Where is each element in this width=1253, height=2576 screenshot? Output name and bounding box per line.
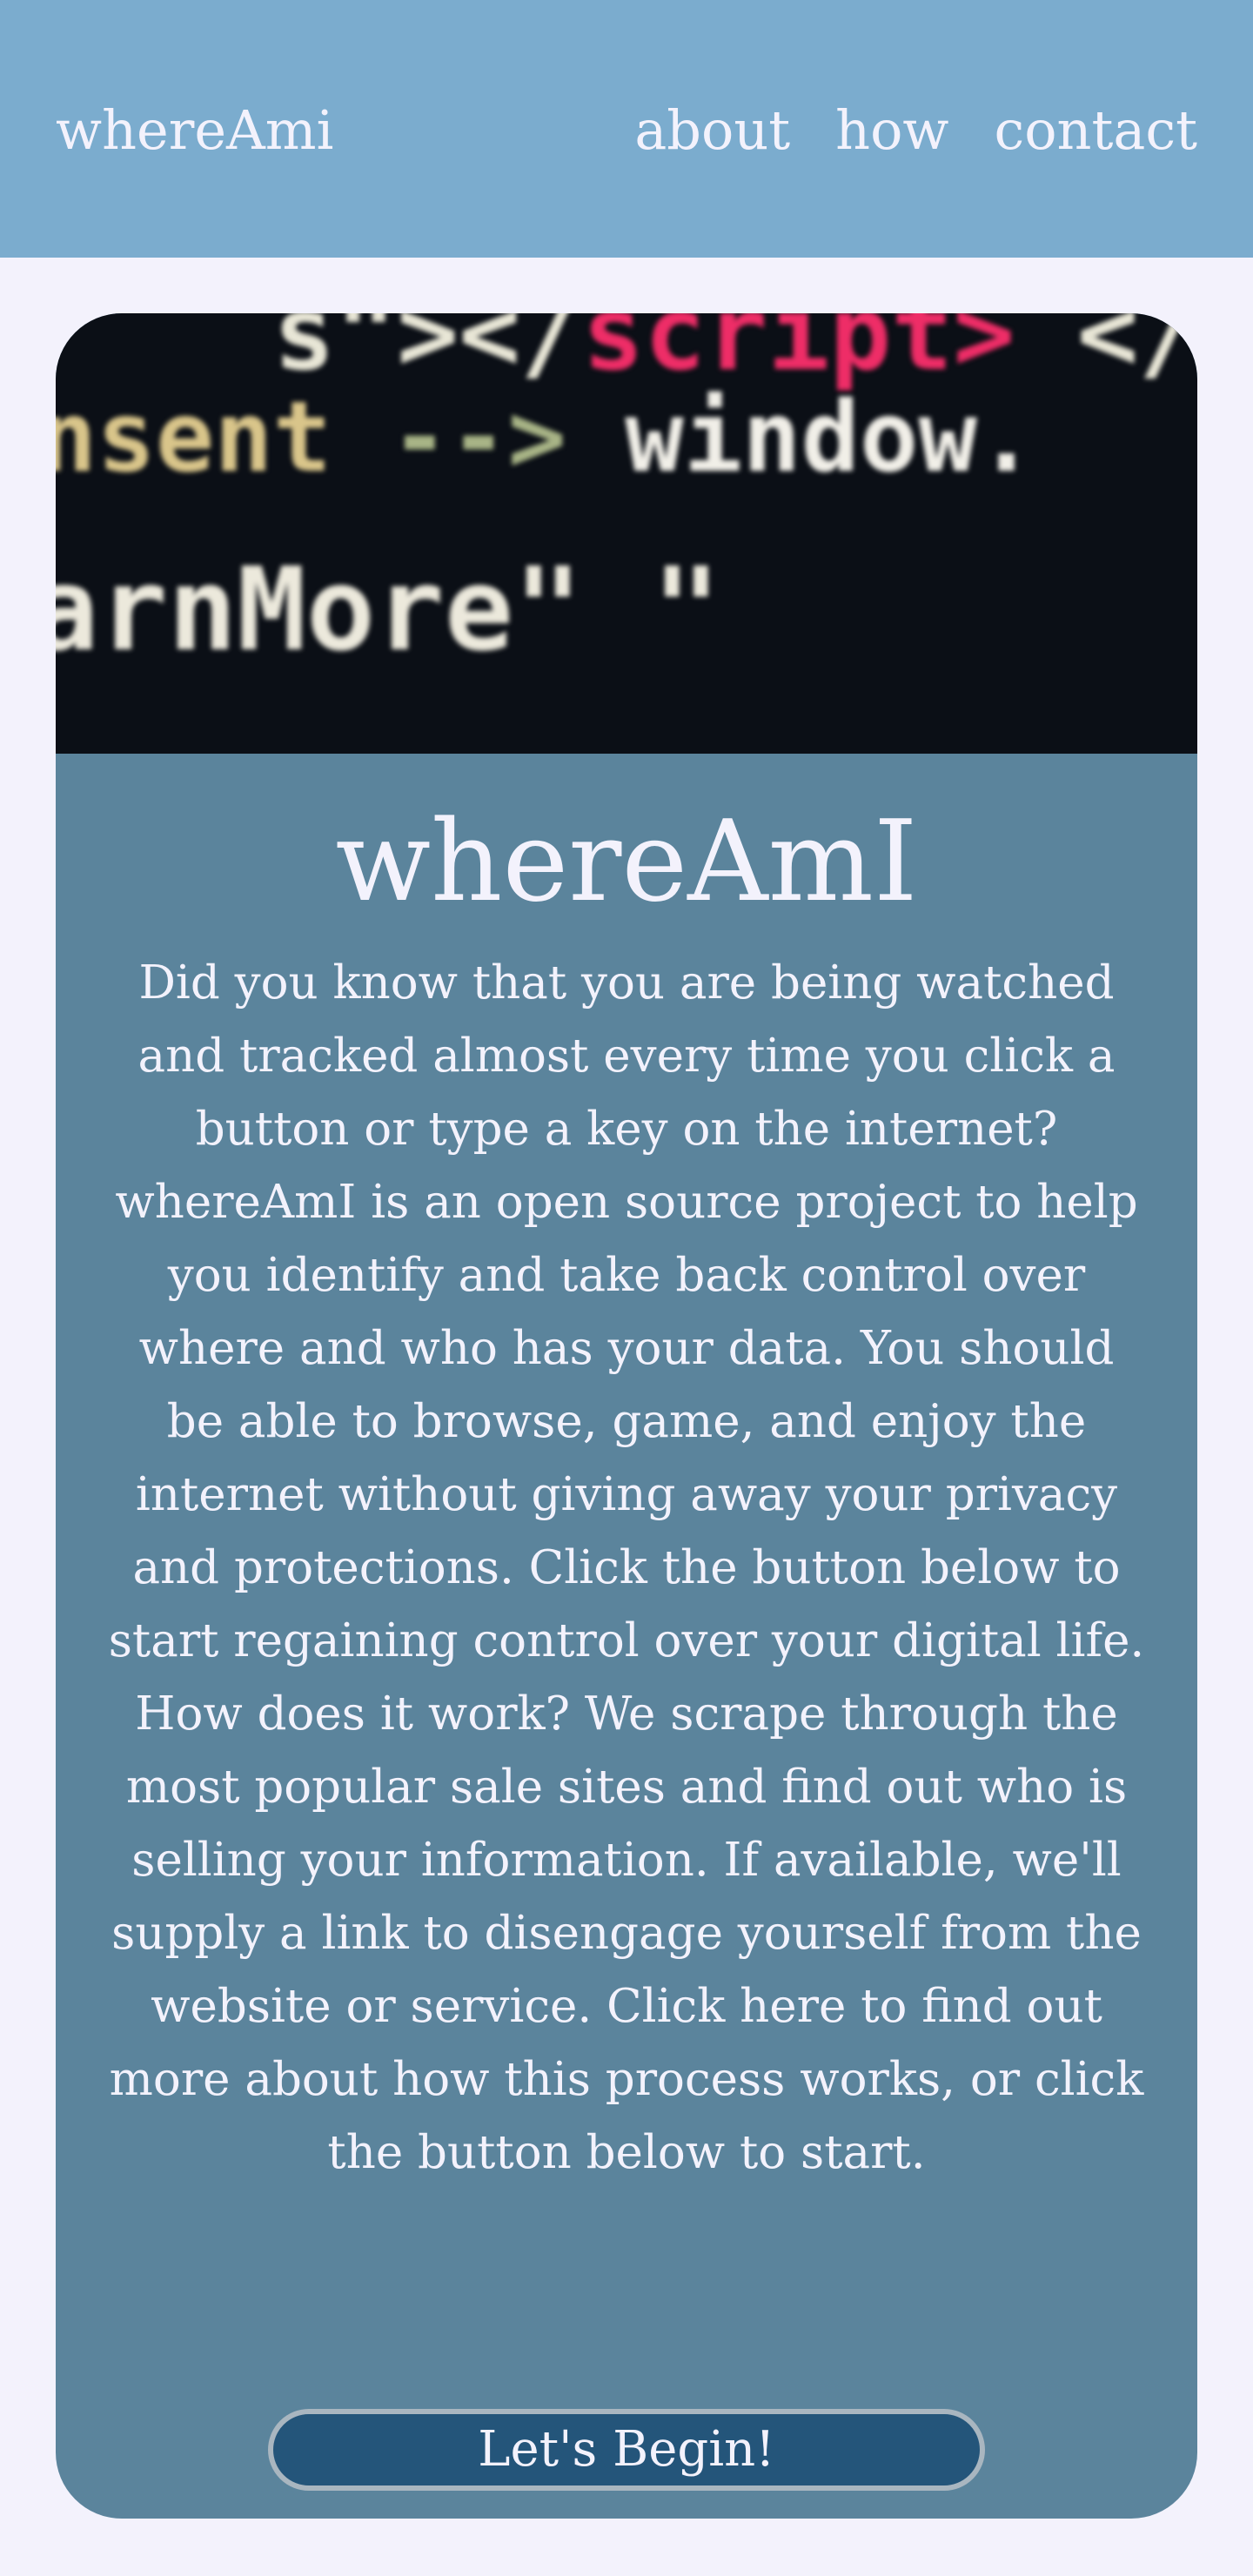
nav-link-how[interactable]: how <box>835 96 948 165</box>
intro-paragraph: Did you know that you are being watched … <box>108 956 1145 1667</box>
how-it-works-paragraph: How does it work? We scrape through the … <box>109 1687 1144 2179</box>
hero-code-line-2: nsent --> window. <box>56 381 1036 494</box>
navbar: whereAmi about how contact <box>0 0 1253 258</box>
brand-link[interactable]: whereAmi <box>56 96 333 165</box>
nav-link-about[interactable]: about <box>634 96 790 165</box>
intro-card: s"></script> </ nsent --> window. arnMor… <box>56 313 1197 2519</box>
intro-text: Did you know that you are being watched … <box>108 947 1145 2190</box>
page-title: whereAmI <box>335 797 918 927</box>
hero-code-image: s"></script> </ nsent --> window. arnMor… <box>56 313 1197 754</box>
nav-link-contact[interactable]: contact <box>995 96 1198 165</box>
hero-code-line-3: arnMore" " <box>56 543 721 677</box>
nav-links: about how contact <box>634 96 1197 165</box>
lets-begin-button[interactable]: Let's Begin! <box>268 2409 985 2491</box>
